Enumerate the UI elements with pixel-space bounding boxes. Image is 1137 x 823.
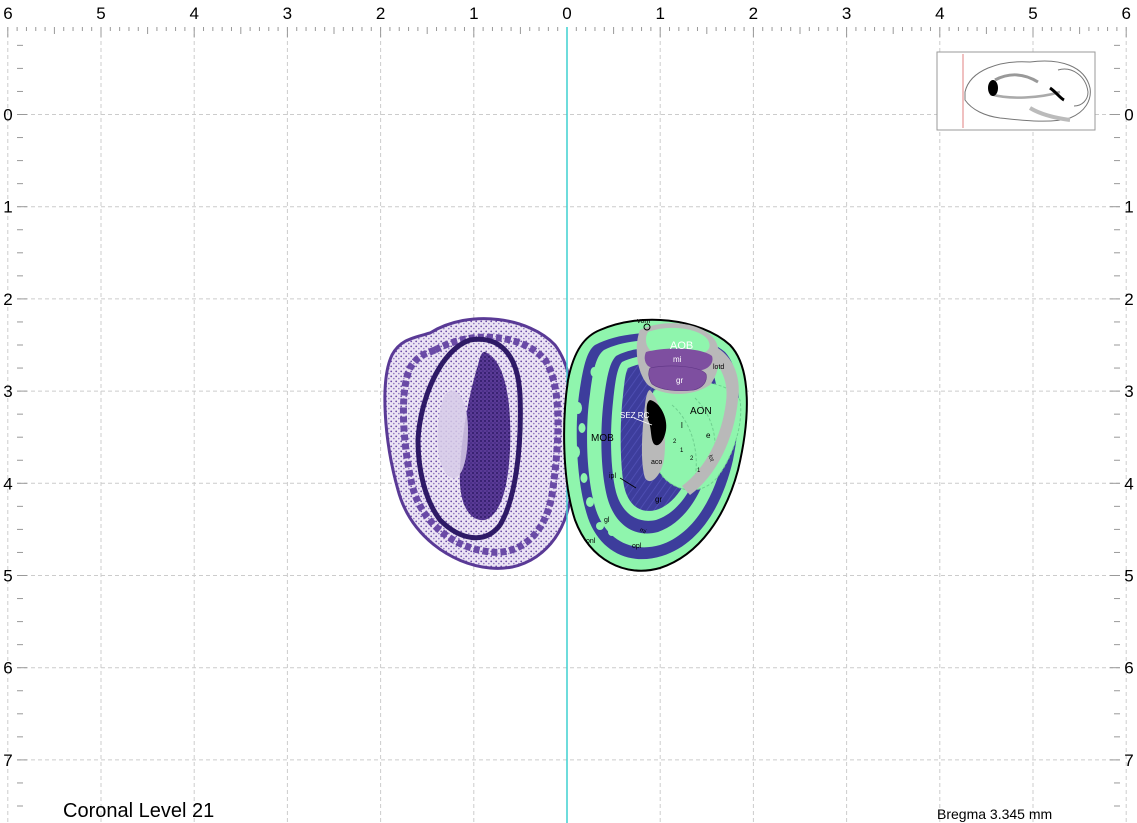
label-vom: vom xyxy=(637,318,650,325)
top-axis-label: 2 xyxy=(376,4,385,23)
label-sez-rc: SEZ RC xyxy=(620,411,650,420)
sagittal-thumbnail xyxy=(936,51,1096,131)
right-axis-label: 6 xyxy=(1124,659,1133,678)
label-aco: aco xyxy=(651,459,662,466)
right-axis-label: 4 xyxy=(1124,474,1133,493)
label-ipl: ipl xyxy=(609,473,616,480)
label-lotd: lotd xyxy=(713,364,724,371)
top-axis-label: 4 xyxy=(189,4,198,23)
left-axis-labels: 0 1 2 3 4 5 6 7 xyxy=(3,106,12,770)
atlas-canvas: 6 5 4 3 2 1 0 1 2 3 4 5 6 0 1 2 3 4 5 6 7 0 1 2 3 4 5 6 7 vom AOB … xyxy=(3,4,1134,823)
top-axis-labels: 6 5 4 3 2 1 0 1 2 3 4 5 6 xyxy=(3,4,1131,23)
atlas-diagram: vom AOB mi gr lotd SEZ RC AON l e MOB 2 … xyxy=(563,318,748,572)
right-axis-label: 0 xyxy=(1124,106,1133,125)
top-axis-label: 4 xyxy=(935,4,944,23)
left-axis-label: 5 xyxy=(3,567,12,586)
left-axis-label: 4 xyxy=(3,474,12,493)
right-axis-label: 3 xyxy=(1124,382,1133,401)
right-axis-label: 7 xyxy=(1124,751,1133,770)
top-axis-label: 3 xyxy=(842,4,851,23)
label-gr-upper: gr xyxy=(676,376,683,385)
left-axis-label: 6 xyxy=(3,659,12,678)
top-axis-label: 1 xyxy=(469,4,478,23)
top-axis-label: 1 xyxy=(655,4,664,23)
top-axis-label: 3 xyxy=(283,4,292,23)
left-axis-label: 2 xyxy=(3,290,12,309)
right-axis-label: 1 xyxy=(1124,198,1133,217)
label-e: e xyxy=(706,431,711,440)
top-axis-label: 5 xyxy=(96,4,105,23)
nissl-section xyxy=(383,317,577,570)
bregma-label: Bregma 3.345 mm xyxy=(937,806,1053,822)
thumb-olfactory-bulb xyxy=(988,80,998,96)
label-opl: opl xyxy=(632,543,642,550)
label-aon: AON xyxy=(690,406,712,417)
top-axis-label: 6 xyxy=(3,4,12,23)
left-axis-label: 1 xyxy=(3,198,12,217)
label-gr-lower: gr xyxy=(655,495,662,504)
right-axis-labels: 0 1 2 3 4 5 6 7 xyxy=(1124,106,1133,770)
label-gl: gl xyxy=(604,517,610,524)
nissl-inner-light xyxy=(437,390,468,479)
left-axis-label: 3 xyxy=(3,382,12,401)
level-title: Coronal Level 21 xyxy=(63,800,215,822)
right-axis-label: 5 xyxy=(1124,567,1133,586)
left-axis-label: 0 xyxy=(3,106,12,125)
top-axis-label: 5 xyxy=(1028,4,1037,23)
label-onl: onl xyxy=(586,538,596,545)
top-axis-label: 2 xyxy=(749,4,758,23)
top-axis-label: 6 xyxy=(1121,4,1130,23)
label-mob: MOB xyxy=(591,433,614,444)
right-axis-label: 2 xyxy=(1124,290,1133,309)
left-axis-label: 7 xyxy=(3,751,12,770)
top-axis-label: 0 xyxy=(562,4,571,23)
label-aob: AOB xyxy=(670,340,693,352)
label-mi: mi xyxy=(673,355,682,364)
label-l: l xyxy=(681,421,683,430)
